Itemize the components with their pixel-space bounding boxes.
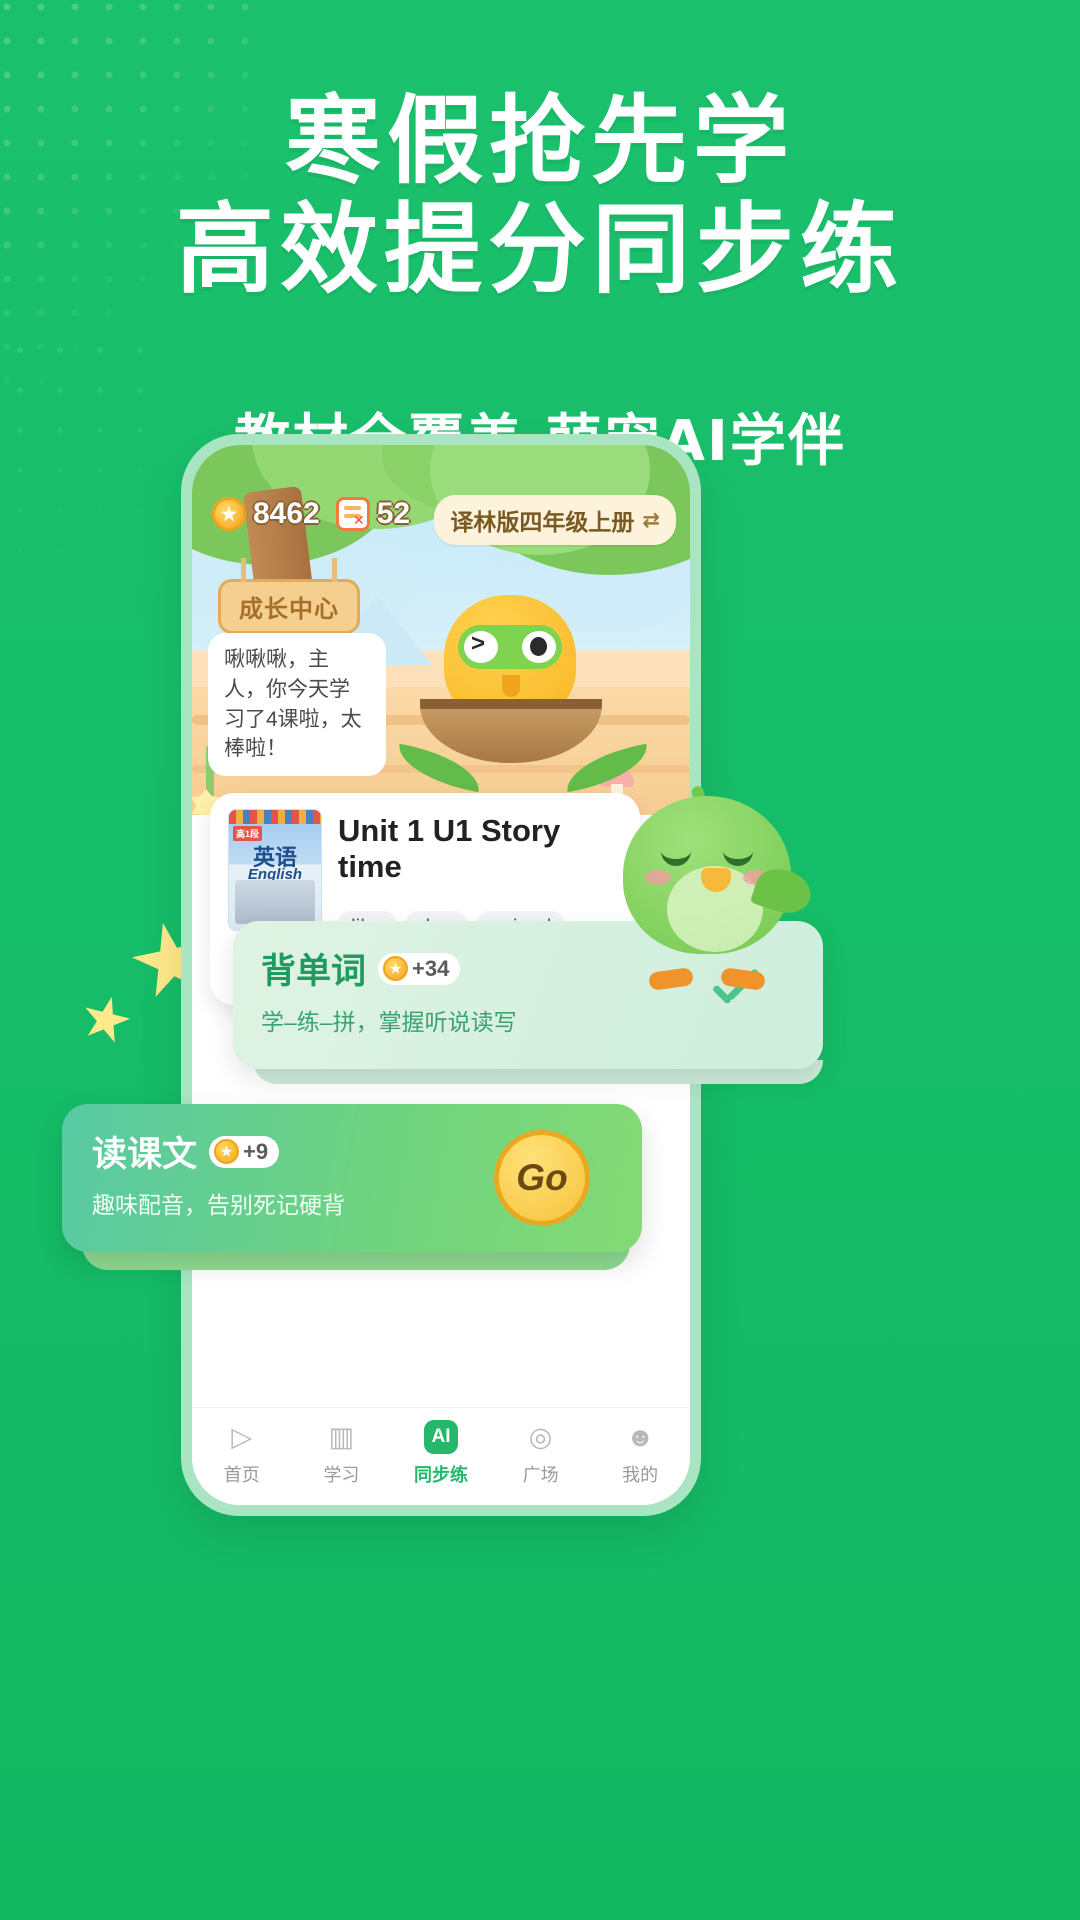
mascot-bird: [615, 784, 817, 991]
pet-beak: [502, 675, 520, 697]
tab-profile[interactable]: ☻ 我的: [597, 1420, 683, 1487]
tab-home[interactable]: ▷ 首页: [199, 1420, 285, 1487]
star-coin-icon: [214, 1139, 240, 1164]
headline-line-1: 寒假抢先学: [285, 85, 795, 197]
mascot-cheek-left: [645, 870, 671, 885]
profile-icon: ☻: [625, 1421, 655, 1452]
promo-headline: 寒假抢先学 高效提分同步练: [0, 85, 1080, 307]
tab-label: 同步练: [413, 1465, 468, 1485]
pet-scene: 8462 52 译林版四年级上册 ⇄ 成长中心 啾啾啾，主人，你今天学习了4课啦…: [192, 445, 690, 815]
flashcard-value: 52: [376, 497, 411, 530]
sync-practice-icon: AI: [423, 1420, 458, 1454]
memorize-words-points: +34: [412, 955, 450, 981]
book-badge: 高1段: [233, 826, 263, 841]
mascot-eye-right: [723, 848, 753, 866]
flashcard-icon: [335, 497, 370, 531]
tab-label: 首页: [223, 1465, 260, 1485]
pet-avatar[interactable]: [393, 595, 653, 793]
lesson-title: Unit 1 U1 Story time: [338, 813, 561, 884]
mascot-eye-left: [661, 848, 691, 866]
textbook-selector[interactable]: 译林版四年级上册 ⇄: [434, 495, 676, 545]
pet-eye-right: [522, 631, 556, 663]
memorize-words-points-badge: +34: [378, 952, 461, 985]
memorize-words-title: 背单词: [261, 952, 367, 991]
star-coin-icon: [383, 956, 409, 981]
tab-label: 广场: [522, 1465, 559, 1485]
halftone-dots-left: [0, 330, 150, 670]
tab-study[interactable]: ▥ 学习: [298, 1420, 384, 1487]
tab-label: 我的: [622, 1465, 659, 1485]
tab-label: 学习: [323, 1465, 360, 1485]
textbook-cover-image: 高1段 英语 English: [228, 809, 322, 931]
swap-icon: ⇄: [642, 508, 660, 532]
plaza-globe-icon: ◎: [528, 1421, 553, 1452]
coin-value: 8462: [253, 497, 320, 530]
tab-sync-practice[interactable]: AI 同步练: [398, 1420, 484, 1487]
headline-line-2: 高效提分同步练: [175, 192, 904, 307]
pet-goggles: [458, 625, 562, 669]
bottom-tab-bar: ▷ 首页 ▥ 学习 AI 同步练 ◎ 广场 ☻ 我的: [192, 1407, 690, 1505]
read-text-points-badge: +9: [209, 1135, 280, 1168]
hud-counters: 8462 52: [212, 497, 410, 531]
home-play-icon: ▷: [231, 1421, 253, 1452]
flashcard-counter[interactable]: 52: [335, 497, 411, 531]
growth-center-label: 成长中心: [239, 596, 339, 623]
book-photo: [235, 880, 315, 924]
book-stripe: [229, 810, 321, 824]
go-button[interactable]: Go: [494, 1130, 590, 1226]
growth-center-button[interactable]: 成长中心: [218, 558, 360, 634]
read-text-card[interactable]: 读课文 +9 趣味配音，告别死记硬背 Go: [62, 1104, 642, 1252]
read-text-title: 读课文: [92, 1135, 198, 1174]
pet-eye-left: [464, 630, 498, 663]
mascot-foot-right: [719, 967, 767, 991]
read-text-points: +9: [243, 1138, 269, 1164]
textbook-label: 译林版四年级上册: [450, 509, 635, 535]
book-icon: ▥: [328, 1421, 355, 1452]
pet-speech-bubble: 啾啾啾，主人，你今天学习了4课啦，太棒啦！: [208, 633, 386, 777]
coin-counter[interactable]: 8462: [212, 497, 320, 531]
star-coin-icon: [212, 497, 246, 531]
mascot-foot-left: [647, 967, 695, 991]
tab-plaza[interactable]: ◎ 广场: [498, 1420, 584, 1487]
